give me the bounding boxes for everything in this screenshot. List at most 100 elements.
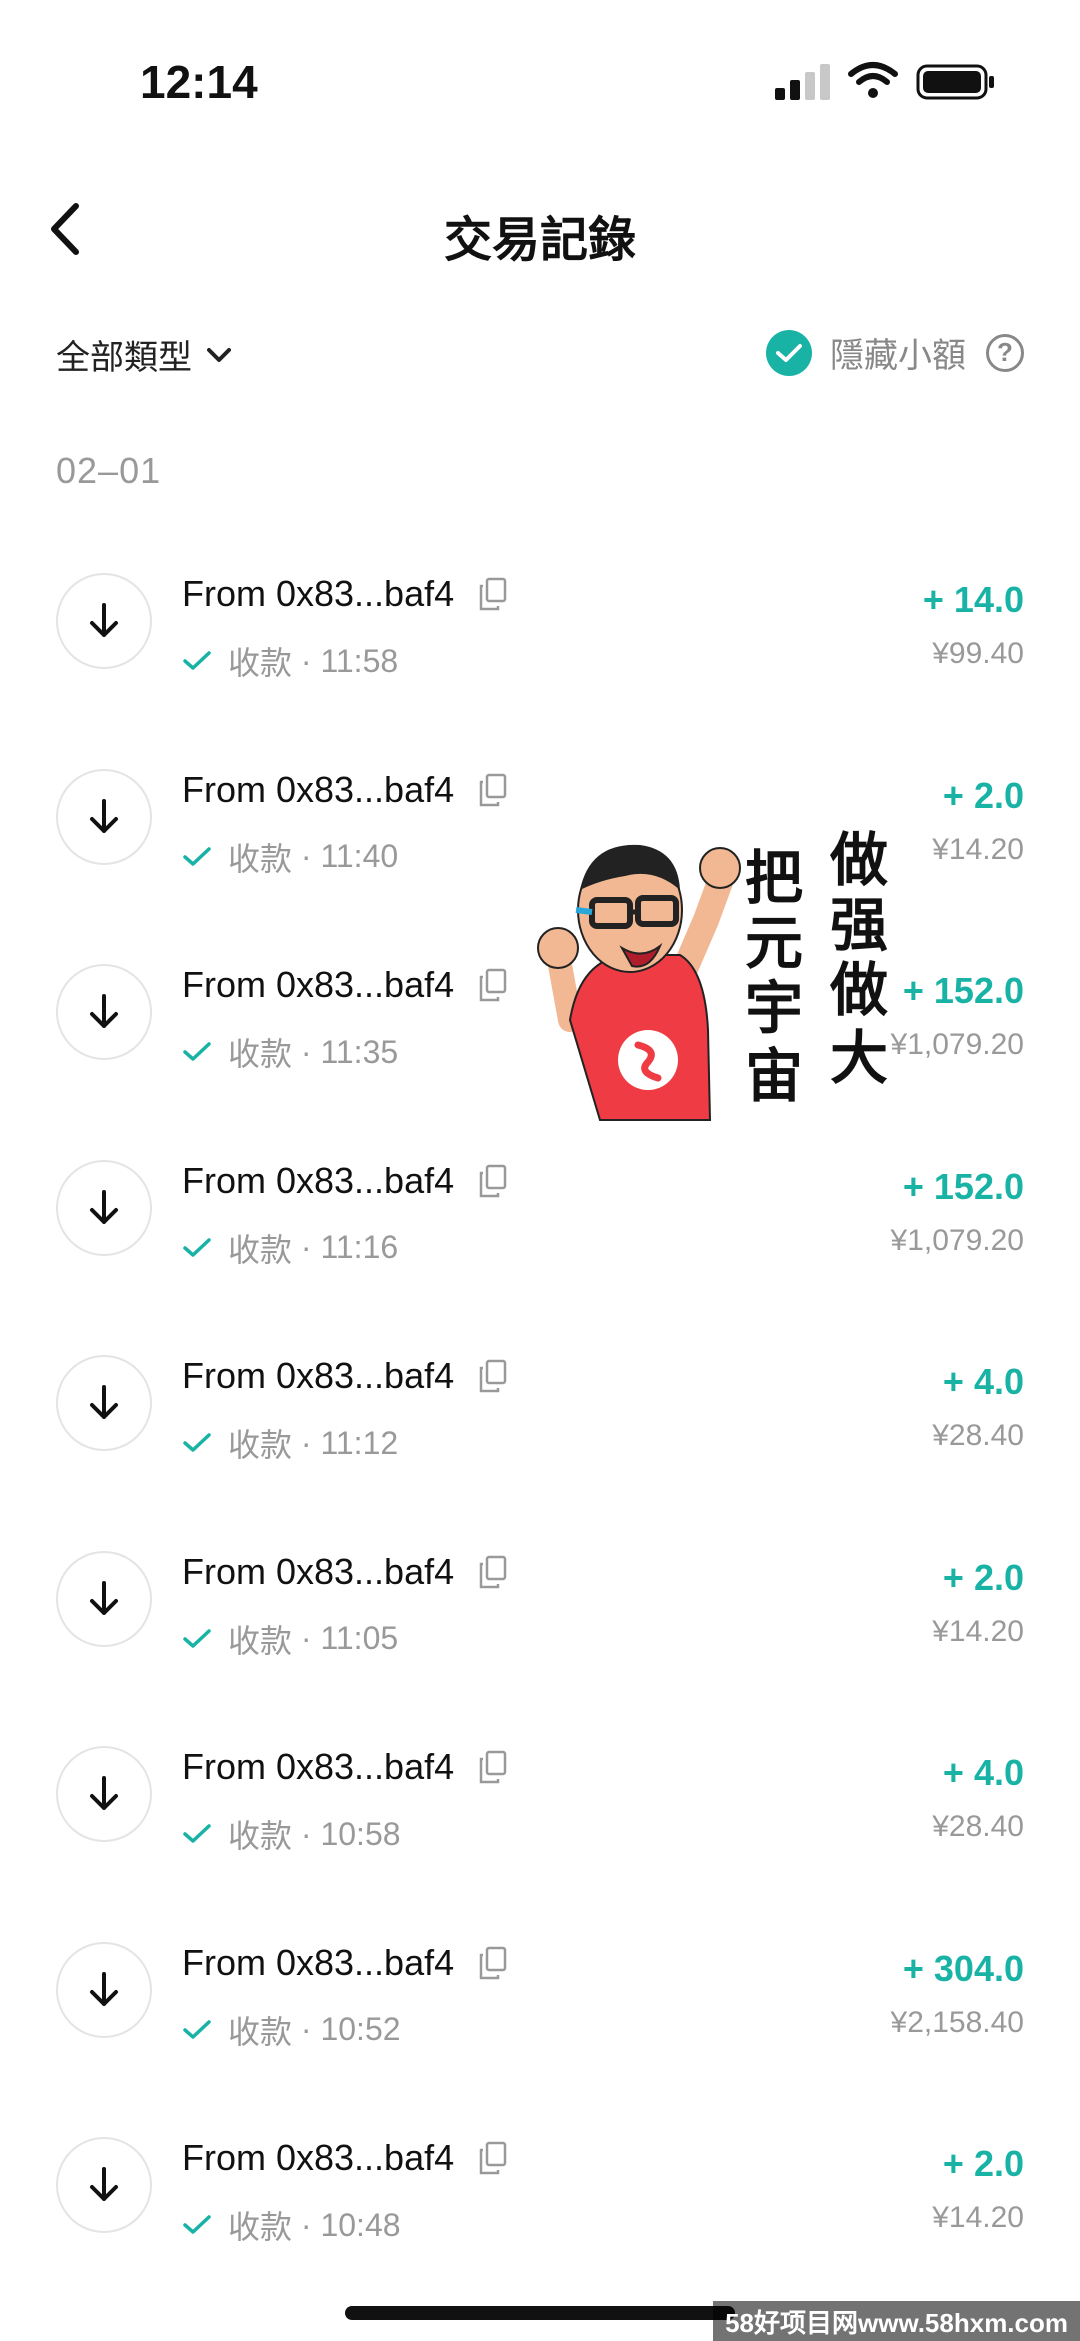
hide-small-label: 隱藏小額 bbox=[830, 337, 966, 375]
transaction-time: 11:16 bbox=[320, 1229, 399, 1265]
copy-icon[interactable] bbox=[478, 1750, 508, 1784]
transaction-from-address: From 0x83...baf4 bbox=[182, 1941, 455, 1983]
check-icon bbox=[183, 2019, 211, 2039]
check-icon bbox=[183, 1824, 211, 1843]
meta-separator: · bbox=[292, 2206, 321, 2243]
copy-icon[interactable] bbox=[478, 1555, 508, 1589]
date-group-header: 02–01 bbox=[56, 450, 162, 491]
receive-arrow-down-icon bbox=[56, 1941, 152, 2038]
transaction-fiat-value: ¥28.40 bbox=[932, 1419, 1024, 1452]
question-circle-icon[interactable]: ? bbox=[986, 333, 1024, 372]
transaction-from: From 0x83...baf4 bbox=[182, 1746, 508, 1788]
transaction-time: 11:12 bbox=[320, 1424, 399, 1461]
sticker-overlay: 做 强 做 大 把 元 宇 宙 bbox=[530, 820, 915, 1130]
transaction-status: 收款 bbox=[228, 645, 293, 681]
transaction-time: 10:58 bbox=[320, 1815, 401, 1852]
transaction-amount: + 14.0 bbox=[922, 579, 1024, 620]
check-icon bbox=[776, 343, 802, 362]
transaction-row[interactable]: From 0x83...baf4 收款 · 11:12 + 4.0 ¥28.40 bbox=[0, 1337, 1080, 1533]
check-icon bbox=[183, 1042, 211, 1061]
transaction-meta: 收款 · 11:16 bbox=[182, 1225, 398, 1271]
transaction-row[interactable]: From 0x83...baf4 收款 · 11:58 + 14.0 ¥99.4… bbox=[0, 555, 1080, 751]
transaction-amount: + 2.0 bbox=[942, 1556, 1024, 1598]
sticker-text-4: 大 bbox=[830, 1024, 888, 1092]
transaction-from: From 0x83...baf4 bbox=[182, 2137, 508, 2179]
transaction-amount: + 4.0 bbox=[942, 1752, 1024, 1793]
check-icon bbox=[183, 2215, 211, 2234]
meta-separator: · bbox=[292, 642, 321, 679]
copy-icon[interactable] bbox=[478, 773, 508, 807]
copy-icon[interactable] bbox=[478, 1946, 508, 1980]
sticker-text-8: 宙 bbox=[745, 1042, 803, 1110]
page-title: 交易記錄 bbox=[443, 214, 636, 267]
transaction-time: 11:40 bbox=[320, 838, 399, 874]
transaction-status: 收款 bbox=[228, 1427, 293, 1463]
transaction-row[interactable]: From 0x83...baf4 收款 · 10:58 + 4.0 ¥28.40 bbox=[0, 1728, 1080, 1924]
transaction-fiat-value: ¥28.40 bbox=[932, 1810, 1024, 1843]
receive-arrow-down-icon bbox=[56, 573, 152, 669]
receive-arrow-down-icon bbox=[56, 964, 152, 1060]
transaction-amount: + 4.0 bbox=[942, 1361, 1024, 1402]
copy-icon[interactable] bbox=[478, 2141, 508, 2175]
copy-icon[interactable] bbox=[478, 1164, 508, 1198]
wifi-icon bbox=[848, 62, 898, 98]
transaction-time: 11:58 bbox=[320, 642, 399, 679]
transaction-status: 收款 bbox=[228, 2013, 293, 2050]
transaction-from: From 0x83...baf4 bbox=[182, 1355, 508, 1397]
home-indicator[interactable] bbox=[345, 2306, 735, 2320]
transaction-time: 10:52 bbox=[320, 2011, 401, 2047]
check-icon bbox=[183, 651, 211, 670]
sticker-text-6: 元 bbox=[745, 909, 803, 977]
transaction-meta: 收款 · 11:40 bbox=[182, 834, 398, 880]
transaction-row[interactable]: From 0x83...baf4 收款 · 11:16 + 152.0 ¥1,0… bbox=[0, 1142, 1080, 1338]
transaction-from: From 0x83...baf4 bbox=[182, 573, 508, 615]
watermark: 58好项目网www.58hxm.com bbox=[713, 2301, 1080, 2341]
transaction-fiat-value: ¥14.20 bbox=[932, 832, 1024, 866]
transaction-status: 收款 bbox=[228, 2209, 293, 2245]
sticker-text-5: 把 bbox=[745, 844, 803, 912]
transaction-row[interactable]: From 0x83...baf4 收款 · 11:05 + 2.0 ¥14.20 bbox=[0, 1533, 1080, 1729]
receive-arrow-down-icon bbox=[56, 1159, 152, 1256]
copy-icon[interactable] bbox=[478, 1359, 508, 1393]
transaction-from: From 0x83...baf4 bbox=[182, 1160, 508, 1202]
transaction-row[interactable]: From 0x83...baf4 收款 · 10:48 + 2.0 ¥14.20 bbox=[0, 2119, 1080, 2315]
meta-separator: · bbox=[292, 1229, 321, 1265]
transaction-fiat-value: ¥1,079.20 bbox=[890, 1223, 1024, 1257]
cartoon-man-sticker-icon: 做 强 做 大 把 元 宇 宙 bbox=[537, 826, 888, 1121]
transaction-from-address: From 0x83...baf4 bbox=[182, 964, 455, 1005]
cellular-signal-icon bbox=[775, 64, 830, 100]
sticker-text-7: 宇 bbox=[745, 974, 803, 1042]
copy-icon[interactable] bbox=[478, 968, 508, 1002]
transaction-from-address: From 0x83...baf4 bbox=[182, 1159, 455, 1201]
transaction-from: From 0x83...baf4 bbox=[182, 964, 508, 1006]
transaction-amount: + 152.0 bbox=[902, 1165, 1024, 1207]
transaction-amount: + 304.0 bbox=[902, 1947, 1024, 1989]
transaction-amount: + 2.0 bbox=[942, 774, 1024, 816]
check-icon bbox=[183, 1433, 211, 1452]
receive-arrow-down-icon bbox=[56, 2137, 152, 2233]
transaction-meta: 收款 · 10:48 bbox=[182, 2202, 401, 2248]
type-filter-dropdown[interactable]: 全部類型 bbox=[56, 330, 232, 379]
transaction-from-address: From 0x83...baf4 bbox=[182, 573, 455, 614]
transaction-from: From 0x83...baf4 bbox=[182, 1551, 508, 1593]
transaction-row[interactable]: From 0x83...baf4 收款 · 10:52 + 304.0 ¥2,1… bbox=[0, 1924, 1080, 2120]
transaction-status: 收款 bbox=[228, 1231, 293, 1268]
status-bar: 12:14 bbox=[0, 0, 1080, 150]
transaction-list: From 0x83...baf4 收款 · 11:58 + 14.0 ¥99.4… bbox=[0, 555, 1080, 2315]
copy-icon[interactable] bbox=[478, 577, 508, 611]
transaction-time: 11:35 bbox=[320, 1033, 399, 1070]
transaction-from-address: From 0x83...baf4 bbox=[182, 2137, 455, 2178]
transaction-status: 收款 bbox=[228, 840, 293, 877]
hide-small-checkbox[interactable] bbox=[766, 329, 812, 376]
receive-arrow-down-icon bbox=[56, 1746, 152, 1842]
transaction-amount: + 152.0 bbox=[902, 970, 1024, 1011]
transaction-from: From 0x83...baf4 bbox=[182, 1942, 508, 1984]
sticker-text-3: 做 bbox=[829, 956, 888, 1024]
meta-separator: · bbox=[292, 1033, 321, 1070]
receive-arrow-down-icon bbox=[56, 768, 152, 865]
transaction-time: 11:05 bbox=[320, 1620, 399, 1656]
sticker-text-2: 强 bbox=[830, 891, 888, 959]
transaction-status: 收款 bbox=[228, 1818, 293, 1854]
transaction-from-address: From 0x83...baf4 bbox=[182, 1355, 455, 1396]
hide-small-toggle: 隱藏小額 ? bbox=[766, 328, 1024, 377]
